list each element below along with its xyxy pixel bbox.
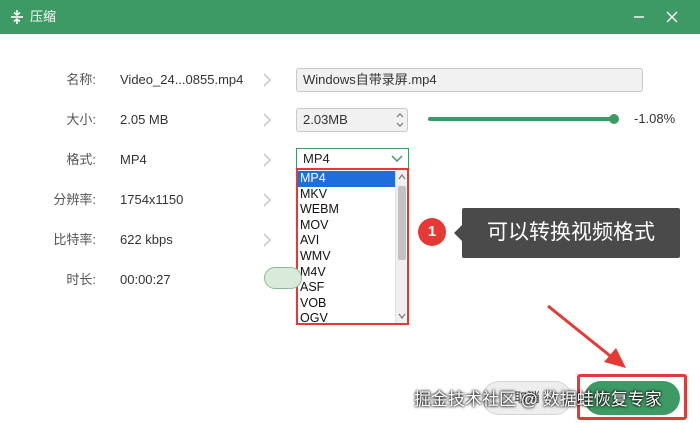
name-value: Video_24...0855.mp4 (120, 72, 244, 87)
format-dropdown[interactable]: MP4 MKV WEBM MOV AVI WMV M4V ASF VOB OGV (296, 168, 409, 325)
format-option-m4v[interactable]: M4V (298, 265, 395, 281)
output-size-field[interactable]: 2.03MB (296, 108, 408, 132)
format-option-ogv[interactable]: OGV (298, 311, 395, 327)
chevron-right-icon (263, 193, 271, 207)
format-select[interactable]: MP4 (296, 148, 409, 170)
format-option-mov[interactable]: MOV (298, 218, 395, 234)
format-label: 格式: (66, 152, 96, 167)
format-selected-text: MP4 (303, 151, 330, 166)
format-option-vob[interactable]: VOB (298, 296, 395, 312)
step-badge: 1 (418, 218, 446, 246)
output-size-text: 2.03MB (303, 112, 348, 127)
output-name-field[interactable]: Windows自带录屏.mp4 (296, 68, 643, 92)
duration-toggle[interactable] (264, 267, 302, 289)
resolution-value: 1754x1150 (120, 192, 184, 207)
format-option-asf[interactable]: ASF (298, 280, 395, 296)
dropdown-scrollbar[interactable] (395, 170, 407, 323)
duration-label: 时长: (66, 272, 96, 287)
chevron-right-icon (263, 113, 271, 127)
watermark: 掘金技术社区 @ 数据蛙恢复专家 (414, 390, 662, 409)
slider-thumb[interactable] (609, 114, 620, 124)
format-value: MP4 (120, 152, 147, 167)
scroll-up-icon[interactable] (398, 174, 406, 180)
format-option-mkv[interactable]: MKV (298, 187, 395, 203)
bitrate-label: 比特率: (53, 232, 96, 247)
chevron-right-icon (263, 233, 271, 247)
scrollbar-thumb[interactable] (398, 186, 406, 260)
size-percent: -1.08% (634, 111, 676, 126)
window-title: 压缩 (30, 9, 57, 24)
size-slider[interactable] (428, 114, 620, 124)
stepper-arrows-icon[interactable] (393, 109, 407, 131)
chevron-down-icon (391, 155, 403, 163)
title-bar: 压缩 (0, 0, 700, 34)
chevron-right-icon (263, 73, 271, 87)
minimize-icon[interactable] (630, 8, 648, 26)
compress-icon (11, 10, 23, 24)
resolution-label: 分辨率: (53, 192, 96, 207)
format-option-webm[interactable]: WEBM (298, 202, 395, 218)
annotation-tooltip: 可以转换视频格式 (454, 208, 680, 258)
chevron-right-icon (263, 153, 271, 167)
bitrate-value: 622 kbps (120, 232, 173, 247)
close-icon[interactable] (663, 8, 681, 26)
output-name-text: Windows自带录屏.mp4 (303, 72, 437, 87)
size-value: 2.05 MB (120, 112, 169, 127)
format-option-list: MP4 MKV WEBM MOV AVI WMV M4V ASF VOB OGV (298, 171, 395, 327)
format-option-avi[interactable]: AVI (298, 233, 395, 249)
name-label: 名称: (66, 72, 96, 87)
format-option-wmv[interactable]: WMV (298, 249, 395, 265)
size-label: 大小: (66, 112, 96, 127)
duration-value: 00:00:27 (120, 272, 171, 287)
scroll-down-icon[interactable] (398, 313, 406, 319)
slider-fill (428, 117, 615, 121)
format-option-mp4[interactable]: MP4 (298, 171, 395, 187)
